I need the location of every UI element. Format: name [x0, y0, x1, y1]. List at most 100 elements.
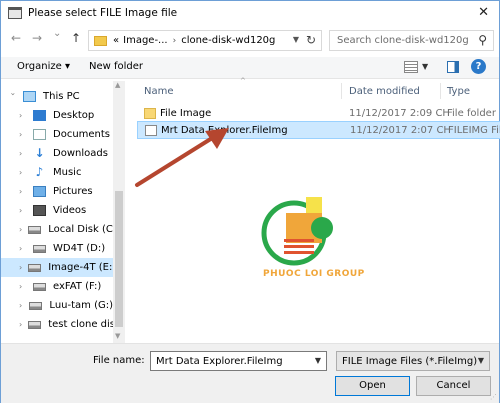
sidebar-item-label: Documents	[53, 129, 111, 140]
disk-icon	[29, 301, 43, 310]
file-dialog: Please select FILE Image file ✕ ← → ⌄ ↑ …	[0, 0, 500, 403]
scroll-down-icon[interactable]: ▼	[115, 332, 120, 340]
chevron-right-icon[interactable]: ›	[19, 111, 27, 120]
recent-locations-icon[interactable]: ⌄	[53, 28, 61, 39]
column-headers: ^ Name Date modified Type	[137, 77, 500, 101]
sidebar-scrollbar[interactable]: ▲ ▼	[113, 81, 125, 343]
file-type-select[interactable]: FILE Image Files (*.FileImg) ▼	[336, 351, 490, 371]
disk-icon	[33, 282, 46, 291]
navigation-bar: ← → ⌄ ↑ « Image-... › clone-disk-wd120g …	[1, 27, 499, 53]
app-icon	[8, 7, 22, 19]
file-name-input[interactable]: Mrt Data Explorer.FileImg ▼	[150, 351, 327, 371]
file-type-value: FILE Image Files (*.FileImg)	[342, 356, 478, 367]
chevron-down-icon[interactable]: ▼	[422, 62, 428, 71]
folder-icon	[144, 108, 156, 119]
chevron-right-icon[interactable]: ›	[19, 206, 27, 215]
watermark-text: PHUOC LOI GROUP	[263, 269, 365, 279]
chevron-right-icon[interactable]: ›	[19, 168, 27, 177]
documents-icon	[33, 129, 46, 140]
breadcrumb-image[interactable]: Image-...	[123, 35, 167, 46]
chevron-down-icon[interactable]: ▼	[315, 356, 321, 365]
chevron-right-icon[interactable]: ›	[19, 244, 27, 253]
file-date: 11/12/2017 2:07 CH	[350, 125, 451, 136]
window-title: Please select FILE Image file	[28, 7, 178, 19]
sidebar-item-label: Desktop	[53, 110, 95, 121]
breadcrumb-clone-disk[interactable]: clone-disk-wd120g	[181, 35, 275, 46]
back-arrow-icon[interactable]: ←	[11, 31, 21, 45]
chevron-right-icon[interactable]: ›	[19, 149, 27, 158]
sidebar-item-luu-tam-g[interactable]: › Luu-tam (G:)	[1, 296, 113, 315]
sidebar-item-label: Local Disk (C:)	[48, 224, 113, 235]
computer-icon	[23, 91, 36, 102]
scroll-up-icon[interactable]: ▲	[115, 81, 120, 89]
open-button[interactable]: Open	[335, 376, 410, 396]
music-icon: ♪	[35, 165, 44, 179]
disk-icon	[28, 263, 42, 272]
sidebar-item-label: test clone disk (I	[48, 319, 113, 330]
cancel-button[interactable]: Cancel	[416, 376, 491, 396]
column-header-type[interactable]: Type	[447, 86, 470, 97]
chevron-right-icon[interactable]: ›	[19, 282, 27, 291]
chevron-down-icon[interactable]: ›	[9, 93, 18, 101]
sidebar-item-label: exFAT (F:)	[53, 281, 102, 292]
sidebar-item-pictures[interactable]: › Pictures	[1, 182, 113, 201]
command-bar: Organize ▾ New folder ▼ ?	[1, 57, 499, 79]
sidebar-item-label: Pictures	[53, 186, 93, 197]
view-details-icon[interactable]	[404, 61, 418, 73]
file-date: 11/12/2017 2:09 CH	[349, 108, 450, 119]
close-icon[interactable]: ✕	[478, 5, 489, 20]
downloads-icon: ↓	[34, 146, 45, 160]
organize-button[interactable]: Organize ▾	[17, 61, 70, 72]
disk-icon	[33, 244, 46, 253]
resize-grip-icon[interactable]: ⋰	[490, 393, 497, 401]
sidebar-item-label: WD4T (D:)	[53, 243, 106, 254]
chevron-right-icon[interactable]: ›	[19, 320, 22, 329]
search-icon: ⚲	[478, 33, 487, 47]
preview-pane-icon[interactable]	[447, 61, 459, 73]
column-header-name[interactable]: Name	[144, 86, 174, 97]
sidebar-item-label: Image-4T (E:)	[48, 262, 113, 273]
address-bar[interactable]: « Image-... › clone-disk-wd120g ▼ ↻	[88, 30, 322, 51]
refresh-icon[interactable]: ↻	[306, 33, 316, 47]
chevron-down-icon[interactable]: ▼	[293, 35, 299, 44]
chevron-right-icon[interactable]: ›	[19, 187, 27, 196]
sidebar-item-exfat-f[interactable]: › exFAT (F:)	[1, 277, 113, 296]
sidebar-item-label: Music	[53, 167, 82, 178]
chevron-right-icon[interactable]: ›	[19, 225, 22, 234]
sidebar-item-documents[interactable]: › Documents	[1, 125, 113, 144]
dialog-footer: File name: Mrt Data Explorer.FileImg ▼ F…	[1, 343, 499, 403]
help-icon[interactable]: ?	[471, 59, 486, 74]
sidebar-item-downloads[interactable]: › ↓ Downloads	[1, 144, 113, 163]
file-type: FILEIMG File	[448, 125, 500, 136]
sidebar-item-test-clone-disk[interactable]: › test clone disk (I	[1, 315, 113, 334]
disk-icon	[28, 320, 42, 329]
sidebar-item-wd4t-d[interactable]: › WD4T (D:)	[1, 239, 113, 258]
scrollbar-thumb[interactable]	[115, 191, 123, 327]
search-placeholder: Search clone-disk-wd120g	[337, 35, 469, 46]
folder-icon	[94, 35, 107, 46]
new-folder-button[interactable]: New folder	[89, 61, 143, 72]
chevron-right-icon[interactable]: ›	[19, 263, 22, 272]
desktop-icon	[33, 110, 46, 121]
sidebar-item-music[interactable]: › ♪ Music	[1, 163, 113, 182]
sidebar-item-label: Videos	[53, 205, 87, 216]
column-header-date[interactable]: Date modified	[349, 86, 420, 97]
sidebar-item-label: Luu-tam (G:)	[49, 300, 113, 311]
up-arrow-icon[interactable]: ↑	[71, 31, 81, 45]
file-name: File Image	[160, 108, 212, 119]
sidebar-item-image-4t-e[interactable]: › Image-4T (E:)	[1, 258, 113, 277]
sidebar-item-local-disk-c[interactable]: › Local Disk (C:)	[1, 220, 113, 239]
forward-arrow-icon[interactable]: →	[32, 31, 42, 45]
sort-ascending-icon: ^	[240, 77, 246, 85]
chevron-right-icon[interactable]: ›	[173, 36, 177, 46]
sidebar-item-desktop[interactable]: › Desktop	[1, 106, 113, 125]
column-divider[interactable]	[440, 83, 441, 99]
column-divider[interactable]	[341, 83, 342, 99]
chevron-right-icon[interactable]: ›	[19, 130, 27, 139]
search-input[interactable]: Search clone-disk-wd120g ⚲	[329, 30, 494, 51]
breadcrumb-overflow[interactable]: «	[113, 35, 119, 46]
chevron-right-icon[interactable]: ›	[19, 301, 23, 310]
sidebar-item-videos[interactable]: › Videos	[1, 201, 113, 220]
chevron-down-icon[interactable]: ▼	[478, 356, 484, 365]
sidebar-item-this-pc[interactable]: › This PC	[1, 87, 113, 106]
